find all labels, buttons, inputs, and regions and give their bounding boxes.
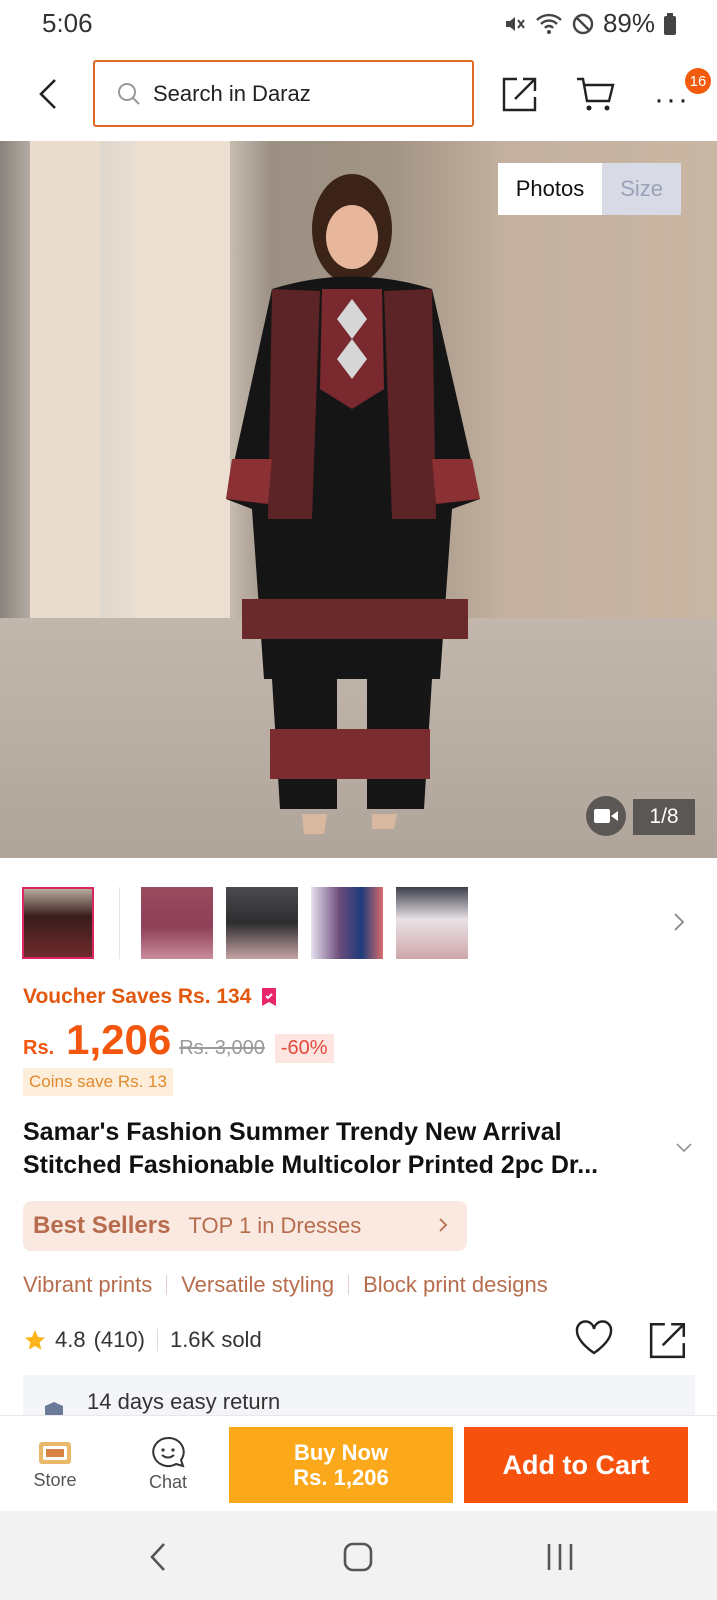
search-icon — [118, 82, 140, 105]
chevron-right-icon — [437, 1215, 449, 1240]
feature-tag: Block print designs — [363, 1272, 548, 1297]
status-icons: 89% — [503, 8, 677, 39]
buy-now-label: Buy Now — [293, 1440, 389, 1465]
video-camera-icon — [594, 809, 618, 823]
bottom-action-bar: Store Chat Buy Now Rs. 1,206 Add to Cart — [0, 1415, 717, 1511]
thumbnail[interactable] — [141, 887, 213, 959]
store-icon — [39, 1441, 71, 1464]
search-box[interactable] — [93, 60, 474, 127]
notification-badge: 16 — [685, 68, 711, 94]
coins-savings: Coins save Rs. 13 — [23, 1068, 173, 1096]
thumbnail[interactable] — [311, 887, 383, 959]
product-image[interactable]: Photos Size 1/8 — [0, 141, 717, 858]
share-icon — [502, 77, 537, 112]
product-title[interactable]: Samar's Fashion Summer Trendy New Arriva… — [23, 1116, 663, 1182]
home-icon — [343, 1542, 373, 1572]
system-navigation-bar — [0, 1511, 717, 1600]
system-recents-button[interactable] — [545, 1541, 575, 1578]
share-icon — [649, 1322, 686, 1359]
chat-icon — [152, 1436, 185, 1467]
chat-label: Chat — [148, 1471, 188, 1492]
store-button[interactable]: Store — [15, 1416, 95, 1512]
share-button[interactable] — [496, 70, 544, 118]
system-home-button[interactable] — [342, 1541, 374, 1578]
header: ··· — [0, 56, 717, 136]
thumbnail[interactable] — [396, 887, 468, 959]
add-to-cart-button[interactable]: Add to Cart — [464, 1427, 688, 1503]
product-title-line: Stitched Fashionable Multicolor Printed … — [23, 1151, 599, 1179]
product-title-line: Samar's Fashion Summer Trendy New Arriva… — [23, 1118, 562, 1146]
tag-divider — [348, 1275, 350, 1295]
thumbnail-next-button[interactable] — [672, 909, 686, 940]
battery-icon — [663, 12, 677, 36]
voucher-icon — [262, 988, 277, 1006]
original-price: Rs. 3,000 — [179, 1037, 265, 1059]
share-product-button[interactable] — [648, 1320, 688, 1365]
rating-count: (410) — [93, 1327, 145, 1352]
thumbnail-divider — [119, 887, 120, 959]
system-back-button[interactable] — [148, 1541, 168, 1578]
discount-badge: -60% — [274, 1034, 334, 1063]
tab-photos[interactable]: Photos — [497, 163, 603, 215]
tag-divider — [166, 1275, 168, 1295]
thumbnail[interactable] — [226, 887, 298, 959]
rating-divider — [156, 1329, 158, 1351]
expand-title-button[interactable] — [675, 1140, 693, 1158]
rating-score: 4.8 — [55, 1327, 86, 1352]
best-sellers-label: Best Sellers — [33, 1212, 171, 1239]
current-price: 1,206 — [66, 1016, 172, 1063]
chat-button[interactable]: Chat — [128, 1416, 208, 1512]
battery-percent: 89% — [602, 8, 655, 38]
chevron-down-icon — [676, 1143, 692, 1153]
feature-tag: Versatile styling — [181, 1272, 335, 1297]
wishlist-button[interactable] — [574, 1320, 614, 1361]
thumbnail-strip — [22, 887, 702, 959]
status-time: 5:06 — [42, 8, 93, 38]
buy-now-button[interactable]: Buy Now Rs. 1,206 — [229, 1427, 453, 1503]
model-figure — [226, 174, 480, 834]
back-button[interactable] — [28, 72, 68, 116]
best-sellers-rank: TOP 1 in Dresses — [188, 1213, 362, 1238]
voucher-text: Voucher Saves Rs. 134 — [23, 985, 252, 1008]
rating-row[interactable]: 4.8 (410) 1.6K sold — [23, 1327, 262, 1353]
shield-icon — [45, 1402, 63, 1415]
sold-count: 1.6K sold — [169, 1327, 262, 1352]
heart-icon — [575, 1320, 613, 1355]
feature-tags: Vibrant prints Versatile styling Block p… — [23, 1272, 548, 1298]
video-button[interactable] — [586, 796, 626, 836]
price-row: Rs. 1,206 Rs. 3,000 -60% — [23, 1016, 334, 1072]
back-icon — [150, 1543, 165, 1571]
store-label: Store — [33, 1469, 77, 1490]
buy-now-price: Rs. 1,206 — [293, 1465, 389, 1490]
return-policy-text: 14 days easy return — [87, 1389, 281, 1414]
return-policy-row[interactable]: 14 days easy return — [23, 1375, 695, 1415]
photo-size-toggle: Photos Size — [497, 163, 681, 215]
dnd-icon — [571, 12, 595, 36]
chevron-right-icon — [674, 913, 685, 931]
voucher-savings[interactable]: Voucher Saves Rs. 134 — [23, 985, 277, 1009]
star-icon — [25, 1330, 45, 1350]
thumbnail[interactable] — [22, 887, 94, 959]
tab-size[interactable]: Size — [602, 163, 681, 215]
image-counter: 1/8 — [633, 799, 695, 835]
mute-icon — [503, 12, 527, 36]
price-currency: Rs. — [23, 1037, 55, 1059]
status-bar: 5:06 89% — [0, 0, 717, 46]
recents-icon — [547, 1544, 573, 1570]
feature-tag: Vibrant prints — [23, 1272, 153, 1297]
wifi-icon — [535, 12, 563, 36]
cart-icon — [577, 77, 615, 111]
chevron-left-icon — [39, 79, 56, 109]
best-sellers-banner[interactable]: Best Sellers TOP 1 in Dresses — [23, 1201, 467, 1251]
cart-button[interactable] — [571, 70, 619, 118]
search-input[interactable] — [153, 80, 433, 107]
